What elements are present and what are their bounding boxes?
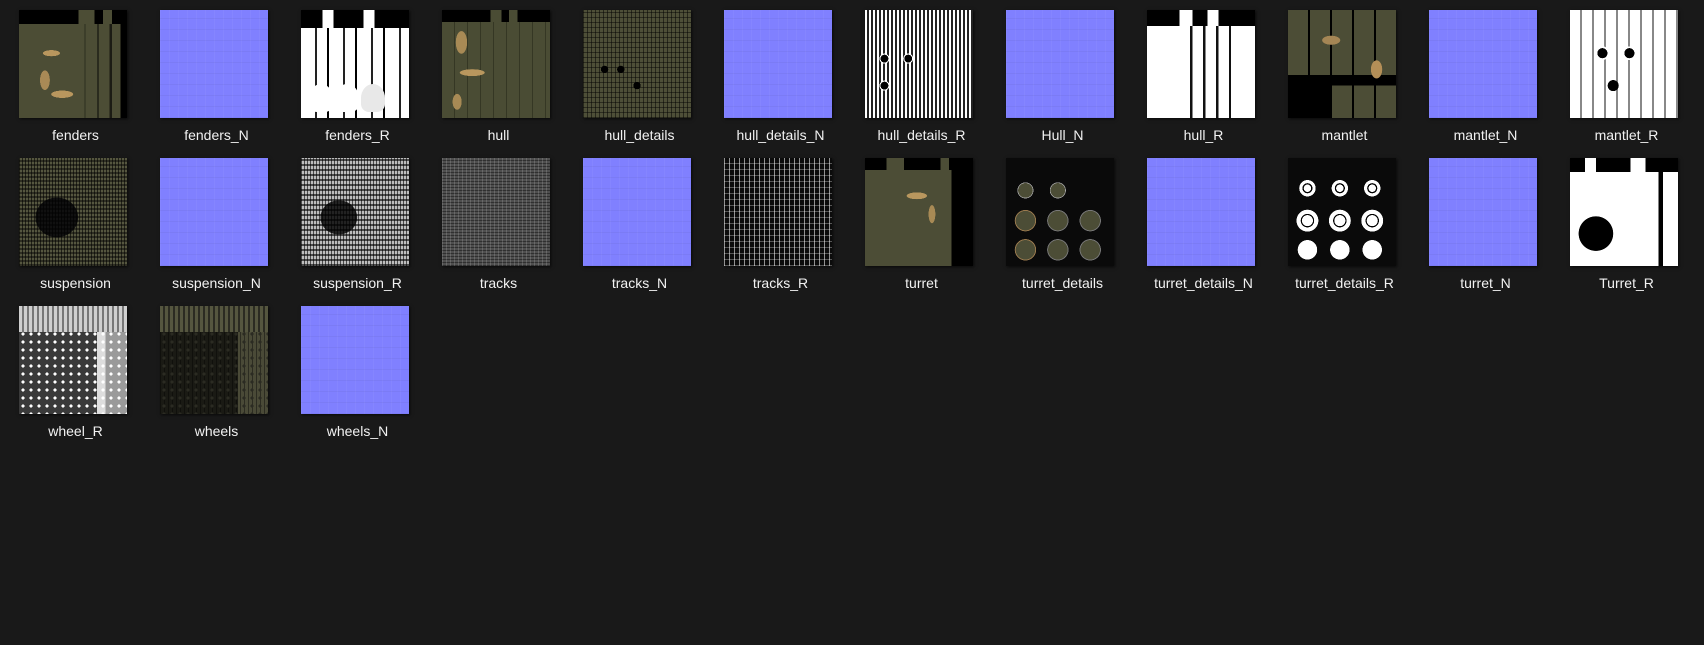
file-thumbnail[interactable] <box>442 158 550 266</box>
file-name-label: mantlet_N <box>1453 127 1518 143</box>
file-name-label: tracks_N <box>611 275 668 291</box>
file-thumbnail[interactable] <box>19 158 127 266</box>
file-item[interactable]: turret_details_N <box>1133 158 1274 306</box>
file-item[interactable]: turret_N <box>1415 158 1556 306</box>
file-name-label: Hull_N <box>1041 127 1084 143</box>
file-name-label: hull_details_N <box>736 127 825 143</box>
file-name-label: fenders_N <box>184 127 249 143</box>
file-thumbnail[interactable] <box>1570 10 1678 118</box>
file-thumbnail[interactable] <box>160 10 268 118</box>
file-item[interactable]: hull_R <box>1133 10 1274 158</box>
file-item[interactable]: turret_details <box>992 158 1133 306</box>
file-name-label: suspension <box>40 275 111 291</box>
file-name-label: turret_N <box>1460 275 1511 291</box>
file-item[interactable]: tracks <box>428 158 569 306</box>
file-item[interactable]: tracks_R <box>710 158 851 306</box>
file-name-label: fenders <box>52 127 99 143</box>
file-name-label: suspension_R <box>313 275 402 291</box>
file-item[interactable]: fenders_R <box>287 10 428 158</box>
file-item[interactable]: wheel_R <box>5 306 146 454</box>
file-name-label: fenders_R <box>325 127 390 143</box>
file-thumbnail[interactable] <box>1288 10 1396 118</box>
file-thumbnail[interactable] <box>1288 158 1396 266</box>
file-name-label: hull <box>487 127 510 143</box>
file-item[interactable]: hull_details <box>569 10 710 158</box>
file-thumbnail[interactable] <box>1147 158 1255 266</box>
file-explorer-view: fenders fenders_N fenders_R hull hull_detail… <box>0 0 1704 645</box>
file-item[interactable]: suspension_R <box>287 158 428 306</box>
file-thumbnail[interactable] <box>19 306 127 414</box>
thumbnail-grid: fenders fenders_N fenders_R hull hull_detail… <box>5 10 1697 454</box>
file-thumbnail[interactable] <box>301 306 409 414</box>
file-name-label: tracks <box>479 275 518 291</box>
file-name-label: wheels_N <box>326 423 389 439</box>
file-name-label: hull_details <box>604 127 675 143</box>
file-name-label: hull_details_R <box>877 127 966 143</box>
file-thumbnail[interactable] <box>301 158 409 266</box>
file-name-label: mantlet <box>1321 127 1368 143</box>
file-thumbnail[interactable] <box>583 158 691 266</box>
file-name-label: suspension_N <box>172 275 261 291</box>
file-name-label: Turret_R <box>1599 275 1654 291</box>
file-thumbnail[interactable] <box>160 158 268 266</box>
file-thumbnail[interactable] <box>1006 10 1114 118</box>
file-thumbnail[interactable] <box>442 10 550 118</box>
file-thumbnail[interactable] <box>1006 158 1114 266</box>
file-thumbnail[interactable] <box>1429 158 1537 266</box>
file-item[interactable]: wheels <box>146 306 287 454</box>
file-item[interactable]: suspension_N <box>146 158 287 306</box>
file-thumbnail[interactable] <box>160 306 268 414</box>
file-item[interactable]: fenders_N <box>146 10 287 158</box>
file-name-label: turret_details <box>1022 275 1103 291</box>
file-item[interactable]: hull <box>428 10 569 158</box>
file-item[interactable]: hull_details_R <box>851 10 992 158</box>
file-thumbnail[interactable] <box>19 10 127 118</box>
file-thumbnail[interactable] <box>583 10 691 118</box>
file-item[interactable]: tracks_N <box>569 158 710 306</box>
file-thumbnail[interactable] <box>865 158 973 266</box>
file-name-label: wheels <box>194 423 239 439</box>
file-thumbnail[interactable] <box>1429 10 1537 118</box>
file-item[interactable]: mantlet_R <box>1556 10 1697 158</box>
file-item[interactable]: mantlet_N <box>1415 10 1556 158</box>
file-thumbnail[interactable] <box>301 10 409 118</box>
file-item[interactable]: turret_details_R <box>1274 158 1415 306</box>
file-thumbnail[interactable] <box>865 10 973 118</box>
file-item[interactable]: mantlet <box>1274 10 1415 158</box>
file-item[interactable]: Hull_N <box>992 10 1133 158</box>
file-name-label: turret_details_R <box>1295 275 1394 291</box>
file-thumbnail[interactable] <box>724 10 832 118</box>
file-item[interactable]: suspension <box>5 158 146 306</box>
file-name-label: turret <box>905 275 938 291</box>
file-name-label: mantlet_R <box>1594 127 1659 143</box>
file-item[interactable]: hull_details_N <box>710 10 851 158</box>
file-thumbnail[interactable] <box>724 158 832 266</box>
file-thumbnail[interactable] <box>1570 158 1678 266</box>
file-name-label: hull_R <box>1183 127 1224 143</box>
file-name-label: tracks_R <box>752 275 809 291</box>
file-item[interactable]: Turret_R <box>1556 158 1697 306</box>
file-name-label: turret_details_N <box>1154 275 1253 291</box>
file-item[interactable]: wheels_N <box>287 306 428 454</box>
file-thumbnail[interactable] <box>1147 10 1255 118</box>
file-item[interactable]: turret <box>851 158 992 306</box>
file-item[interactable]: fenders <box>5 10 146 158</box>
file-name-label: wheel_R <box>48 423 103 439</box>
